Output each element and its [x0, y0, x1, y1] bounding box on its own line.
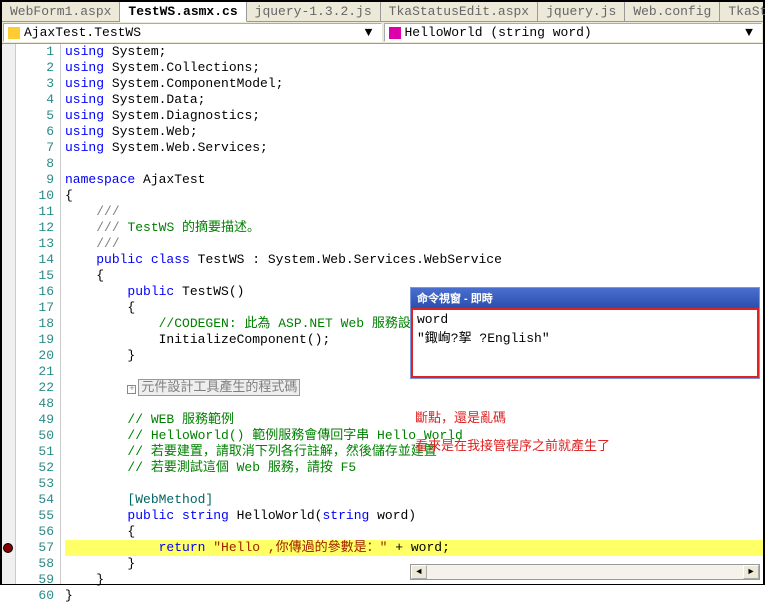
file-tab[interactable]: TkaStatusEditService.asmx.cs: [720, 2, 765, 21]
horizontal-scrollbar[interactable]: ◄ ►: [410, 564, 760, 580]
code-line: [65, 476, 763, 492]
scroll-left-button[interactable]: ◄: [411, 565, 427, 579]
immediate-window-title[interactable]: 命令視窗 - 即時: [411, 288, 759, 308]
code-line: {: [65, 188, 763, 204]
class-dropdown-text: AjaxTest.TestWS: [24, 25, 361, 40]
code-line: // 若要測試這個 Web 服務，請按 F5: [65, 460, 763, 476]
immediate-line: "鋷峋?挐 ?English": [417, 327, 753, 346]
file-tab[interactable]: Web.config: [625, 2, 720, 21]
code-line: using System.ComponentModel;: [65, 76, 763, 92]
tab-bar: WebForm1.aspxTestWS.asmx.csjquery-1.3.2.…: [2, 2, 763, 22]
method-dropdown-text: HelloWorld (string word): [405, 25, 742, 40]
code-line: public string HelloWorld(string word): [65, 508, 763, 524]
breakpoint-margin[interactable]: [2, 44, 16, 584]
code-line: return "Hello ,你傳過的參數是：" + word;: [65, 540, 763, 556]
method-icon: [389, 27, 401, 39]
breakpoint-icon[interactable]: [3, 543, 13, 553]
file-tab[interactable]: jquery-1.3.2.js: [247, 2, 381, 21]
line-number-gutter: 1234567891011121314151617181920212248495…: [16, 44, 61, 584]
code-line: using System;: [65, 44, 763, 60]
annotation-line: 看來是在我接管程序之前就產生了: [415, 433, 763, 461]
file-tab[interactable]: TestWS.asmx.cs: [120, 2, 246, 22]
code-line: using System.Web.Services;: [65, 140, 763, 156]
code-line: using System.Collections;: [65, 60, 763, 76]
chevron-down-icon: ▼: [741, 25, 757, 40]
immediate-line: word: [417, 312, 753, 327]
code-line: +元件設計工具產生的程式碼: [65, 380, 763, 396]
code-line: ///: [65, 204, 763, 220]
immediate-window[interactable]: 命令視窗 - 即時 word "鋷峋?挐 ?English": [410, 287, 760, 379]
code-line: public class TestWS : System.Web.Service…: [65, 252, 763, 268]
code-line: {: [65, 524, 763, 540]
scroll-track[interactable]: [427, 565, 743, 579]
immediate-window-body[interactable]: word "鋷峋?挐 ?English": [411, 308, 759, 378]
file-tab[interactable]: jquery.js: [538, 2, 625, 21]
code-line: {: [65, 268, 763, 284]
file-tab[interactable]: WebForm1.aspx: [2, 2, 120, 21]
file-tab[interactable]: TkaStatusEdit.aspx: [381, 2, 538, 21]
class-dropdown[interactable]: AjaxTest.TestWS ▼: [3, 23, 382, 42]
code-line: using System.Diagnostics;: [65, 108, 763, 124]
class-icon: [8, 27, 20, 39]
code-line: [65, 156, 763, 172]
method-dropdown[interactable]: HelloWorld (string word) ▼: [384, 23, 763, 42]
code-line: [WebMethod]: [65, 492, 763, 508]
code-line: namespace AjaxTest: [65, 172, 763, 188]
member-dropdowns: AjaxTest.TestWS ▼ HelloWorld (string wor…: [2, 22, 763, 44]
annotation-overlay: 斷點，還是亂碼 看來是在我接管程序之前就產生了: [415, 405, 763, 461]
code-line: ///: [65, 236, 763, 252]
annotation-line: 斷點，還是亂碼: [415, 405, 763, 433]
scroll-right-button[interactable]: ►: [743, 565, 759, 579]
code-line: }: [65, 588, 763, 604]
code-line: using System.Web;: [65, 124, 763, 140]
code-line: using System.Data;: [65, 92, 763, 108]
chevron-down-icon: ▼: [361, 25, 377, 40]
code-line: /// TestWS 的摘要描述。: [65, 220, 763, 236]
